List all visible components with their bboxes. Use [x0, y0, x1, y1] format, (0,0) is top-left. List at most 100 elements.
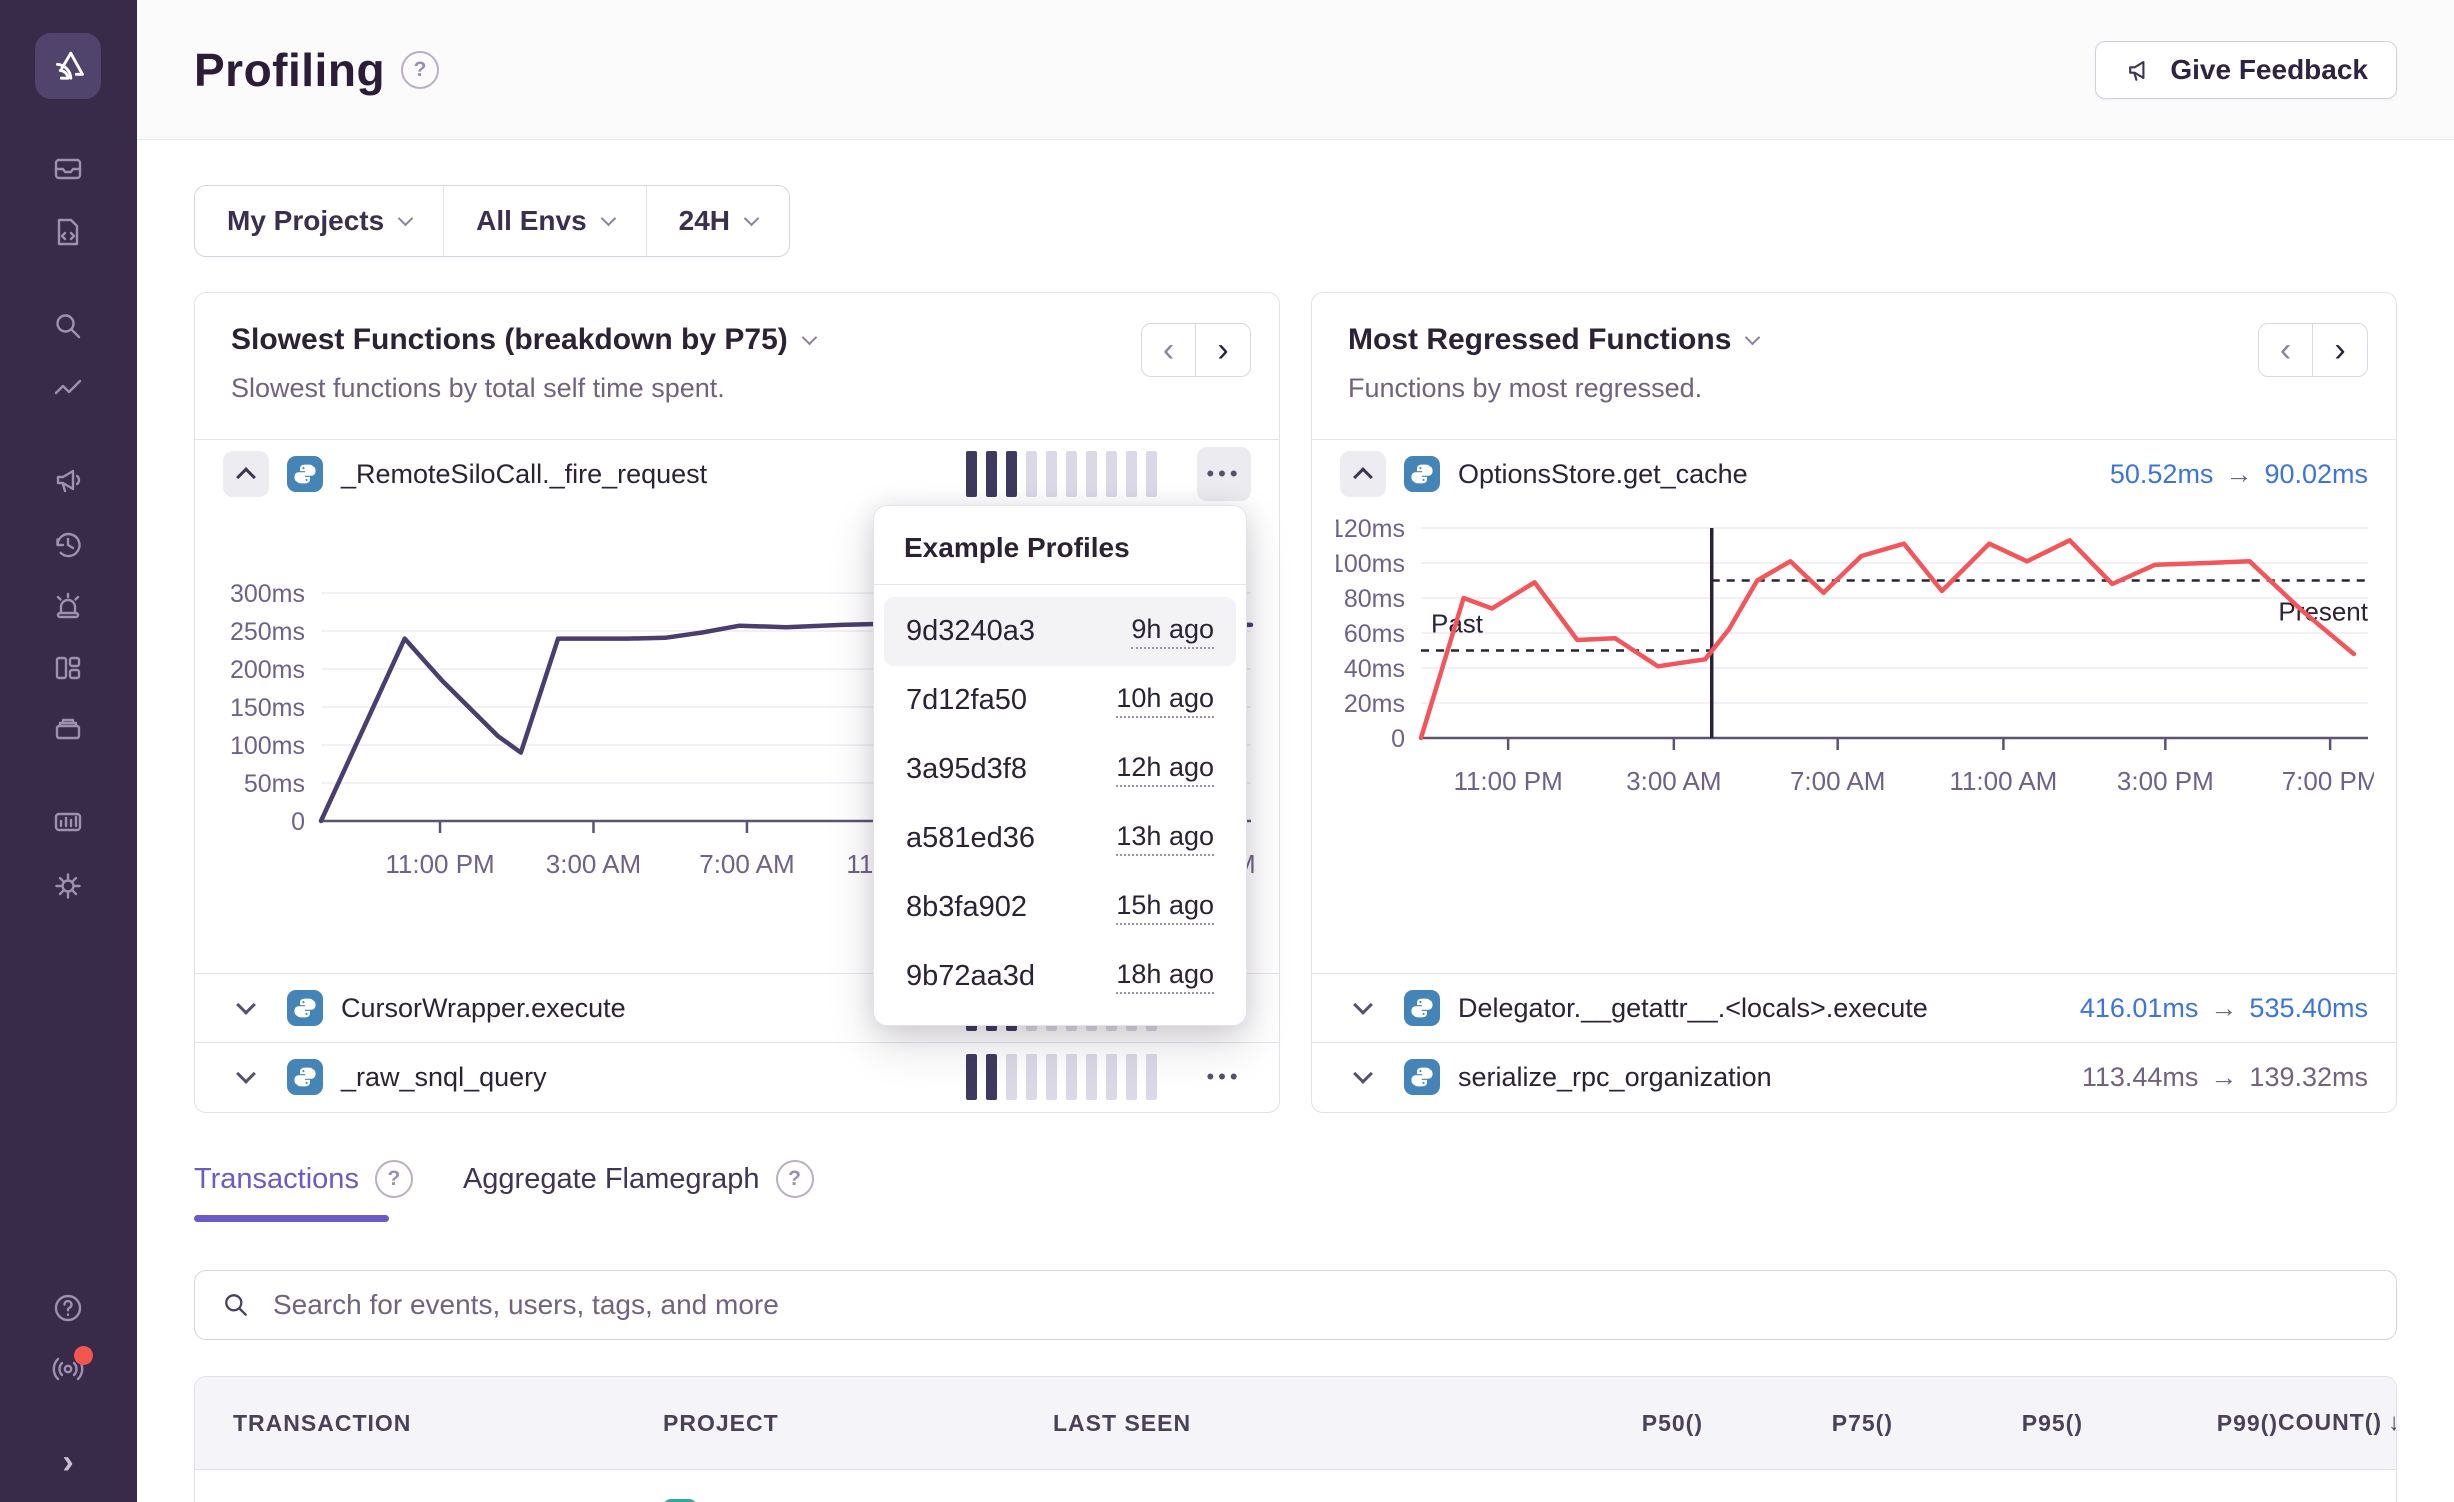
- function-row-expanded[interactable]: OptionsStore.get_cache 50.52ms→90.02ms: [1312, 440, 2396, 508]
- column-header[interactable]: P95(): [1893, 1410, 2083, 1437]
- profile-id-link[interactable]: 9b72aa3d: [906, 960, 1035, 993]
- sidebar-item-releases[interactable]: [51, 712, 85, 746]
- spark-bar: [1146, 1054, 1157, 1100]
- svg-text:120ms: 120ms: [1336, 515, 1405, 543]
- give-feedback-button[interactable]: Give Feedback: [2095, 41, 2397, 99]
- expand-button[interactable]: [1340, 985, 1386, 1031]
- profile-id-link[interactable]: 8b3fa902: [906, 891, 1027, 924]
- chevron-down-icon: [1353, 995, 1373, 1015]
- svg-text:7:00 PM: 7:00 PM: [2282, 766, 2374, 796]
- sidebar-item-stats[interactable]: [51, 805, 85, 839]
- p75-trend-sparkline: [966, 1054, 1157, 1100]
- tab-aggregate-flamegraph[interactable]: Aggregate Flamegraph ?: [463, 1160, 814, 1216]
- tab-transactions[interactable]: Transactions ?: [194, 1160, 413, 1216]
- function-name[interactable]: serialize_rpc_organization: [1458, 1062, 1772, 1093]
- profile-row[interactable]: 3a95d3f8 12h ago: [884, 735, 1236, 804]
- popup-title: Example Profiles: [874, 506, 1246, 585]
- function-row[interactable]: _raw_snql_query •••: [195, 1042, 1279, 1111]
- panel-title-dropdown[interactable]: Most Regressed Functions: [1348, 323, 2360, 357]
- tab-help-icon[interactable]: ?: [375, 1160, 413, 1198]
- function-row[interactable]: Delegator.__getattr__.<locals>.execute 4…: [1312, 973, 2396, 1042]
- profile-age-link[interactable]: 9h ago: [1131, 614, 1214, 649]
- profile-age-link[interactable]: 12h ago: [1116, 752, 1214, 787]
- svg-text:11:00 PM: 11:00 PM: [385, 849, 494, 879]
- expand-button[interactable]: [223, 1054, 269, 1100]
- sidebar-item-dashboards[interactable]: [51, 651, 85, 685]
- collapse-button[interactable]: [1340, 451, 1386, 497]
- spark-bar: [1106, 451, 1117, 497]
- project-filter[interactable]: My Projects: [195, 186, 443, 256]
- more-options-button[interactable]: •••: [1197, 1050, 1251, 1104]
- pager-next-button[interactable]: ›: [1195, 323, 1251, 377]
- profile-age-link[interactable]: 10h ago: [1116, 683, 1214, 718]
- sidebar-item-explore[interactable]: [51, 309, 85, 343]
- table-row[interactable]: app.ready._checkseerApr 1, 2025 9:28:38 …: [195, 1470, 2396, 1502]
- profile-row[interactable]: 8b3fa902 15h ago: [884, 873, 1236, 942]
- column-header[interactable]: TRANSACTION: [233, 1410, 663, 1437]
- function-name[interactable]: _RemoteSiloCall._fire_request: [341, 459, 707, 490]
- function-row-expanded[interactable]: _RemoteSiloCall._fire_request •••: [195, 440, 1279, 508]
- most-regressed-chart: 020ms40ms60ms80ms100ms120ms11:00 PM3:00 …: [1336, 508, 2374, 843]
- svg-text:3:00 AM: 3:00 AM: [1626, 766, 1721, 796]
- search-input[interactable]: [271, 1288, 2370, 1322]
- profile-id-link[interactable]: 3a95d3f8: [906, 753, 1027, 786]
- sidebar-item-settings[interactable]: [51, 869, 85, 903]
- time-range-label: 24H: [679, 205, 730, 237]
- pager-prev-button[interactable]: ‹: [2258, 323, 2314, 377]
- before-duration-link[interactable]: 50.52ms: [2110, 459, 2214, 489]
- profile-row[interactable]: 9d3240a3 9h ago: [884, 597, 1236, 666]
- gear-icon: [51, 869, 85, 903]
- profile-id-link[interactable]: 7d12fa50: [906, 684, 1027, 717]
- tab-label: Transactions: [194, 1163, 359, 1196]
- sidebar-item-traces[interactable]: [51, 373, 85, 407]
- profile-row[interactable]: 9b72aa3d 18h ago: [884, 942, 1236, 1011]
- pager-prev-button[interactable]: ‹: [1141, 323, 1197, 377]
- search-bar[interactable]: [194, 1270, 2397, 1340]
- sidebar-item-replays[interactable]: [51, 528, 85, 562]
- profile-id-link[interactable]: a581ed36: [906, 822, 1035, 855]
- tab-help-icon[interactable]: ?: [776, 1160, 814, 1198]
- function-row[interactable]: serialize_rpc_organization 113.44ms→139.…: [1312, 1042, 2396, 1111]
- sidebar-item-projects[interactable]: [51, 215, 85, 249]
- table-header-row: TRANSACTIONPROJECTLAST SEENP50()P75()P95…: [195, 1377, 2396, 1470]
- time-range-filter[interactable]: 24H: [646, 186, 789, 256]
- sidebar-item-help[interactable]: [51, 1291, 85, 1325]
- profile-id-link[interactable]: 9d3240a3: [906, 615, 1035, 648]
- column-header[interactable]: P75(): [1703, 1410, 1893, 1437]
- profile-age-link[interactable]: 15h ago: [1116, 890, 1214, 925]
- profile-row[interactable]: 7d12fa50 10h ago: [884, 666, 1236, 735]
- sidebar-item-alerts[interactable]: [51, 589, 85, 623]
- sidebar-expand-button[interactable]: ›: [51, 1445, 85, 1479]
- function-name[interactable]: OptionsStore.get_cache: [1458, 459, 1748, 490]
- sidebar-item-feedback[interactable]: [51, 463, 85, 497]
- profile-age-link[interactable]: 13h ago: [1116, 821, 1214, 856]
- function-name[interactable]: Delegator.__getattr__.<locals>.execute: [1458, 993, 1928, 1024]
- sentry-logo[interactable]: [35, 33, 101, 99]
- column-header[interactable]: COUNT()↓: [2278, 1409, 2397, 1437]
- function-name[interactable]: CursorWrapper.execute: [341, 993, 626, 1024]
- after-duration-link[interactable]: 535.40ms: [2249, 993, 2368, 1023]
- search-icon: [221, 1290, 251, 1320]
- expand-button[interactable]: [223, 985, 269, 1031]
- panel-title: Slowest Functions (breakdown by P75): [231, 323, 788, 357]
- p75-trend-sparkline: [966, 451, 1157, 497]
- more-options-button[interactable]: •••: [1197, 447, 1251, 501]
- collapse-button[interactable]: [223, 451, 269, 497]
- column-header[interactable]: P50(): [1513, 1410, 1703, 1437]
- profile-age-link[interactable]: 18h ago: [1116, 959, 1214, 994]
- page-help-icon[interactable]: ?: [401, 51, 439, 89]
- expand-button[interactable]: [1340, 1054, 1386, 1100]
- column-header[interactable]: P99(): [2083, 1410, 2278, 1437]
- after-duration-link[interactable]: 90.02ms: [2264, 459, 2368, 489]
- function-name[interactable]: _raw_snql_query: [341, 1062, 547, 1093]
- pager-next-button[interactable]: ›: [2312, 323, 2368, 377]
- sidebar-item-whats-new[interactable]: [51, 1352, 85, 1386]
- regression-values: 50.52ms→90.02ms: [2110, 459, 2368, 490]
- before-duration-link[interactable]: 416.01ms: [2080, 993, 2199, 1023]
- profile-row[interactable]: a581ed36 13h ago: [884, 804, 1236, 873]
- column-header[interactable]: PROJECT: [663, 1410, 1053, 1437]
- panel-title-dropdown[interactable]: Slowest Functions (breakdown by P75): [231, 323, 1243, 357]
- column-header[interactable]: LAST SEEN: [1053, 1410, 1513, 1437]
- sidebar-item-issues[interactable]: [51, 152, 85, 186]
- environment-filter[interactable]: All Envs: [443, 186, 645, 256]
